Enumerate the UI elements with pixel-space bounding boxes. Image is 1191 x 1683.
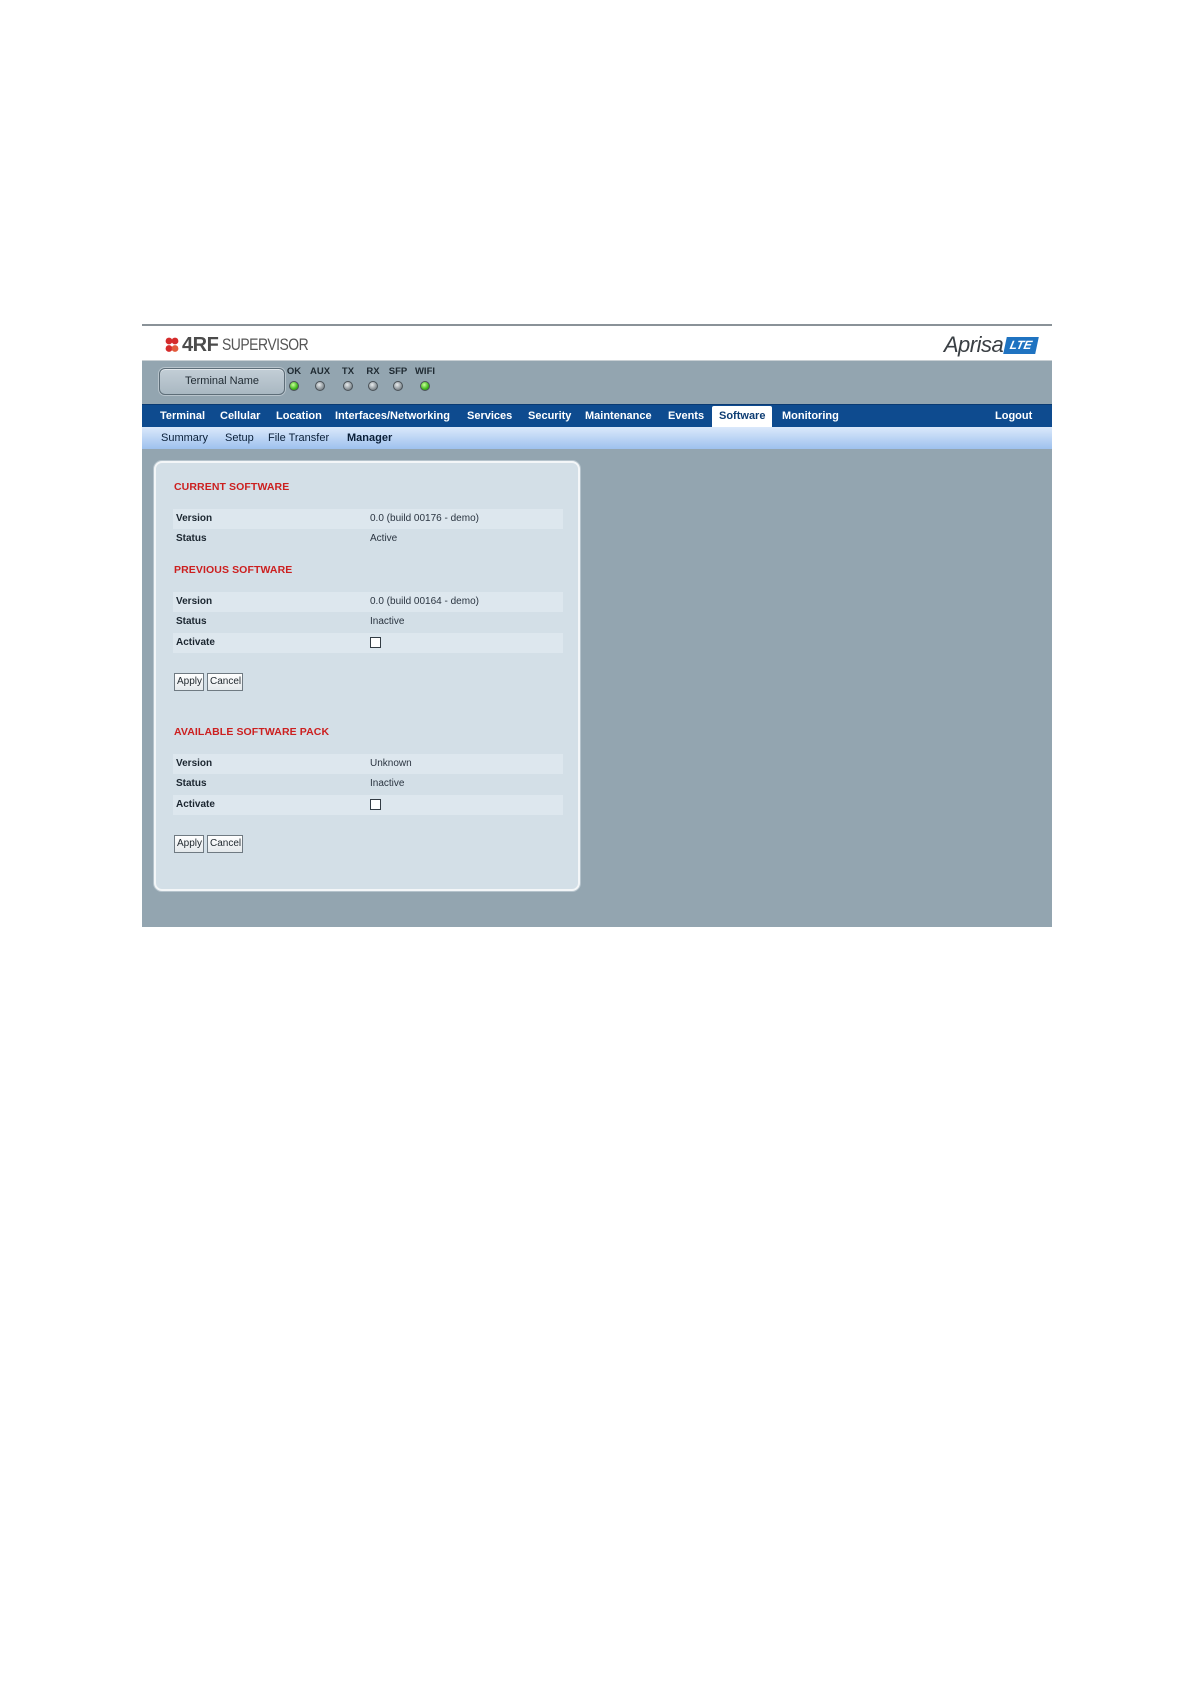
available-status-value: Inactive xyxy=(370,778,405,789)
logout-link[interactable]: Logout xyxy=(995,405,1032,427)
previous-version-row: Version 0.0 (build 00164 - demo) xyxy=(173,592,563,612)
product-name: SUPERVISOR xyxy=(222,335,309,354)
indicator-label: SFP xyxy=(388,366,408,377)
available-version-label: Version xyxy=(176,758,213,769)
nav-software[interactable]: Software xyxy=(712,406,773,427)
available-status-label: Status xyxy=(176,778,207,789)
indicator-label: OK xyxy=(286,366,302,377)
indicator-aux: AUX xyxy=(307,366,333,391)
current-version-label: Version xyxy=(176,513,213,524)
current-status-value: Active xyxy=(370,533,398,544)
supervisor-window: 4RF SUPERVISOR Aprisa LTE Terminal Name … xyxy=(142,324,1052,927)
current-status-row: Status Active xyxy=(173,529,563,549)
vendor-logo-text: 4RF xyxy=(182,333,219,356)
nav-cellular[interactable]: Cellular xyxy=(220,405,260,427)
previous-activate-row: Activate xyxy=(173,633,563,653)
indicator-label: AUX xyxy=(309,366,331,377)
current-software-title: CURRENT SOFTWARE xyxy=(174,481,290,493)
previous-apply-button[interactable]: Apply xyxy=(174,673,204,691)
terminal-name-button[interactable]: Terminal Name xyxy=(159,368,285,395)
indicator-label: TX xyxy=(341,366,355,377)
indicator-tx: TX xyxy=(335,366,361,391)
indicator-wifi: WIFI xyxy=(412,366,438,391)
previous-status-label: Status xyxy=(176,616,207,627)
previous-activate-label: Activate xyxy=(176,637,215,648)
nav-services[interactable]: Services xyxy=(467,405,512,427)
available-activate-row: Activate xyxy=(173,795,563,815)
subnav-file-transfer[interactable]: File Transfer xyxy=(268,427,329,449)
current-version-row: Version 0.0 (build 00176 - demo) xyxy=(173,509,563,529)
available-version-row: Version Unknown xyxy=(173,754,563,774)
radio-logo-text: Aprisa xyxy=(943,332,1004,357)
previous-cancel-button[interactable]: Cancel xyxy=(207,673,243,691)
status-bar: Terminal Name OK AUX TX RX SFP WIFI xyxy=(142,361,1052,403)
previous-software-title: PREVIOUS SOFTWARE xyxy=(174,564,293,576)
sub-navigation: Summary Setup File Transfer Manager xyxy=(142,427,1052,449)
available-software-title: AVAILABLE SOFTWARE PACK xyxy=(174,726,330,738)
previous-status-value: Inactive xyxy=(370,616,405,627)
led-grey-icon xyxy=(343,381,353,391)
brand-bar: 4RF SUPERVISOR Aprisa LTE xyxy=(142,326,1052,361)
subnav-manager[interactable]: Manager xyxy=(347,427,392,449)
subnav-summary[interactable]: Summary xyxy=(161,427,208,449)
available-activate-checkbox[interactable] xyxy=(370,799,381,810)
indicator-label: WIFI xyxy=(414,366,436,377)
software-manager-panel: CURRENT SOFTWARE Version 0.0 (build 0017… xyxy=(154,461,580,891)
led-green-icon xyxy=(289,381,299,391)
nav-events[interactable]: Events xyxy=(668,405,704,427)
indicator-label: RX xyxy=(366,366,380,377)
led-grey-icon xyxy=(368,381,378,391)
nav-terminal[interactable]: Terminal xyxy=(160,405,205,427)
nav-monitoring[interactable]: Monitoring xyxy=(782,405,839,427)
available-version-value: Unknown xyxy=(370,758,412,769)
indicator-rx: RX xyxy=(360,366,386,391)
subnav-setup[interactable]: Setup xyxy=(225,427,254,449)
nav-maintenance[interactable]: Maintenance xyxy=(585,405,652,427)
indicator-ok: OK xyxy=(281,366,307,391)
current-status-label: Status xyxy=(176,533,207,544)
available-apply-button[interactable]: Apply xyxy=(174,835,204,853)
available-cancel-button[interactable]: Cancel xyxy=(207,835,243,853)
led-grey-icon xyxy=(393,381,403,391)
available-status-row: Status Inactive xyxy=(173,774,563,794)
led-grey-icon xyxy=(315,381,325,391)
available-activate-label: Activate xyxy=(176,799,215,810)
nav-security[interactable]: Security xyxy=(528,405,571,427)
radio-badge: LTE xyxy=(1003,336,1039,354)
previous-activate-checkbox[interactable] xyxy=(370,637,381,648)
main-navigation: Terminal Cellular Location Interfaces/Ne… xyxy=(142,404,1052,427)
nav-location[interactable]: Location xyxy=(276,405,322,427)
4rf-logo-icon xyxy=(164,336,180,354)
led-green-icon xyxy=(420,381,430,391)
previous-status-row: Status Inactive xyxy=(173,612,563,632)
indicator-sfp: SFP xyxy=(385,366,411,391)
previous-version-value: 0.0 (build 00164 - demo) xyxy=(370,596,479,607)
previous-version-label: Version xyxy=(176,596,213,607)
radio-logo: Aprisa LTE xyxy=(943,332,1039,358)
current-version-value: 0.0 (build 00176 - demo) xyxy=(370,513,479,524)
nav-interfaces-networking[interactable]: Interfaces/Networking xyxy=(335,405,450,427)
vendor-logo: 4RF SUPERVISOR xyxy=(164,333,327,357)
